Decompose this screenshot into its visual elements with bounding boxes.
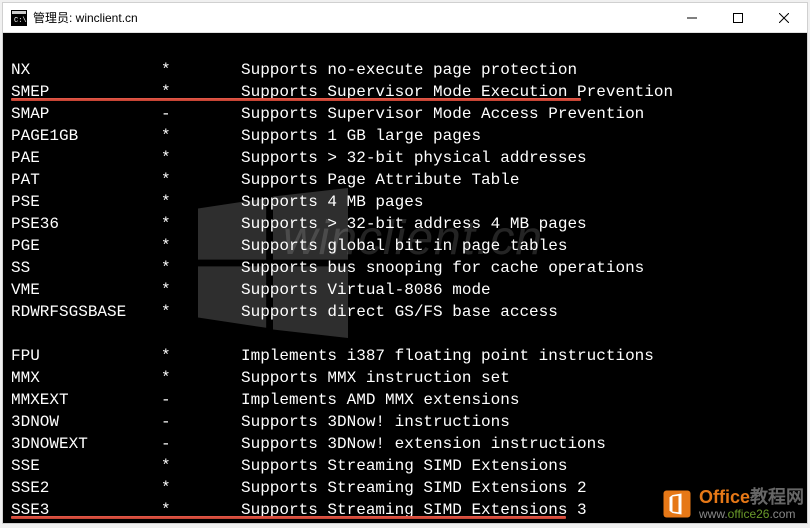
highlight-underline-sse2	[11, 516, 566, 519]
feature-flag: -	[161, 103, 241, 125]
feature-name: PAT	[11, 169, 161, 191]
feature-name: RDWRFSGSBASE	[11, 301, 161, 323]
output-row	[11, 323, 807, 345]
feature-flag: *	[161, 235, 241, 257]
feature-description: Supports 1 GB large pages	[241, 125, 807, 147]
output-row: PAGE1GB*Supports 1 GB large pages	[11, 125, 807, 147]
feature-name: PSE	[11, 191, 161, 213]
office-url-mid: office26	[728, 507, 770, 521]
feature-description: Supports no-execute page protection	[241, 59, 807, 81]
feature-description: Supports Page Attribute Table	[241, 169, 807, 191]
office-url-suffix: .com	[769, 507, 795, 521]
office-watermark-text: Office教程网 www.office26.com	[699, 488, 804, 520]
output-row: PAE*Supports > 32-bit physical addresses	[11, 147, 807, 169]
svg-text:C:\: C:\	[14, 17, 27, 25]
output-row: PAT*Supports Page Attribute Table	[11, 169, 807, 191]
feature-flag: *	[161, 455, 241, 477]
output-row: SMAP-Supports Supervisor Mode Access Pre…	[11, 103, 807, 125]
feature-name: VME	[11, 279, 161, 301]
feature-flag: *	[161, 213, 241, 235]
feature-flag: *	[161, 257, 241, 279]
feature-description: Supports Supervisor Mode Access Preventi…	[241, 103, 807, 125]
feature-flag: *	[161, 147, 241, 169]
feature-flag: *	[161, 169, 241, 191]
office-watermark: Office教程网 www.office26.com	[659, 486, 804, 522]
feature-description: Supports bus snooping for cache operatio…	[241, 257, 807, 279]
terminal-output: NX*Supports no-execute page protectionSM…	[11, 37, 807, 521]
feature-description: Supports MMX instruction set	[241, 367, 807, 389]
feature-name: SS	[11, 257, 161, 279]
feature-description: Supports global bit in page tables	[241, 235, 807, 257]
feature-flag: *	[161, 477, 241, 499]
feature-description: Supports Virtual-8086 mode	[241, 279, 807, 301]
feature-name: 3DNOWEXT	[11, 433, 161, 455]
feature-name: SMAP	[11, 103, 161, 125]
highlight-underline-nx	[11, 98, 581, 101]
window-controls	[669, 3, 807, 32]
terminal-area[interactable]: winclient.cn NX*Supports no-execute page…	[3, 33, 807, 523]
close-button[interactable]	[761, 3, 807, 32]
feature-name: PGE	[11, 235, 161, 257]
feature-description: Supports > 32-bit address 4 MB pages	[241, 213, 807, 235]
feature-description: Implements i387 floating point instructi…	[241, 345, 807, 367]
feature-name: SSE2	[11, 477, 161, 499]
feature-description: Supports 3DNow! instructions	[241, 411, 807, 433]
output-row: VME*Supports Virtual-8086 mode	[11, 279, 807, 301]
feature-flag: *	[161, 191, 241, 213]
feature-flag: *	[161, 125, 241, 147]
output-row: FPU*Implements i387 floating point instr…	[11, 345, 807, 367]
feature-name: SSE	[11, 455, 161, 477]
feature-name: PAE	[11, 147, 161, 169]
feature-name: 3DNOW	[11, 411, 161, 433]
output-row: PGE*Supports global bit in page tables	[11, 235, 807, 257]
feature-description: Implements AMD MMX extensions	[241, 389, 807, 411]
output-row: NX*Supports no-execute page protection	[11, 59, 807, 81]
console-window: C:\ 管理员: winclient.cn winclient.cn	[2, 2, 808, 524]
feature-name: NX	[11, 59, 161, 81]
feature-name: PAGE1GB	[11, 125, 161, 147]
titlebar-text: 管理员: winclient.cn	[33, 9, 669, 26]
feature-description: Supports 3DNow! extension instructions	[241, 433, 807, 455]
feature-flag: *	[161, 367, 241, 389]
output-row: MMX*Supports MMX instruction set	[11, 367, 807, 389]
feature-flag: -	[161, 411, 241, 433]
output-row: RDWRFSGSBASE*Supports direct GS/FS base …	[11, 301, 807, 323]
feature-name: MMXEXT	[11, 389, 161, 411]
titlebar[interactable]: C:\ 管理员: winclient.cn	[3, 3, 807, 33]
office-title-part1: Office	[699, 487, 750, 507]
feature-flag: *	[161, 59, 241, 81]
feature-flag: *	[161, 345, 241, 367]
office-logo-icon	[659, 486, 695, 522]
output-row	[11, 37, 807, 59]
feature-description: Supports direct GS/FS base access	[241, 301, 807, 323]
feature-description: Supports > 32-bit physical addresses	[241, 147, 807, 169]
cmd-icon: C:\	[11, 10, 27, 26]
feature-flag: -	[161, 389, 241, 411]
feature-name: MMX	[11, 367, 161, 389]
output-row: MMXEXT-Implements AMD MMX extensions	[11, 389, 807, 411]
output-row: PSE36*Supports > 32-bit address 4 MB pag…	[11, 213, 807, 235]
feature-flag: *	[161, 301, 241, 323]
feature-description: Supports Streaming SIMD Extensions	[241, 455, 807, 477]
feature-name: FPU	[11, 345, 161, 367]
feature-description: Supports 4 MB pages	[241, 191, 807, 213]
output-row: 3DNOW-Supports 3DNow! instructions	[11, 411, 807, 433]
office-url-prefix: www.	[699, 507, 728, 521]
feature-flag: -	[161, 433, 241, 455]
output-row: SS*Supports bus snooping for cache opera…	[11, 257, 807, 279]
office-title-part2: 教程网	[750, 487, 804, 507]
feature-name: PSE36	[11, 213, 161, 235]
minimize-button[interactable]	[669, 3, 715, 32]
maximize-button[interactable]	[715, 3, 761, 32]
output-row: PSE*Supports 4 MB pages	[11, 191, 807, 213]
output-row: SSE*Supports Streaming SIMD Extensions	[11, 455, 807, 477]
feature-flag: *	[161, 279, 241, 301]
output-row: 3DNOWEXT-Supports 3DNow! extension instr…	[11, 433, 807, 455]
